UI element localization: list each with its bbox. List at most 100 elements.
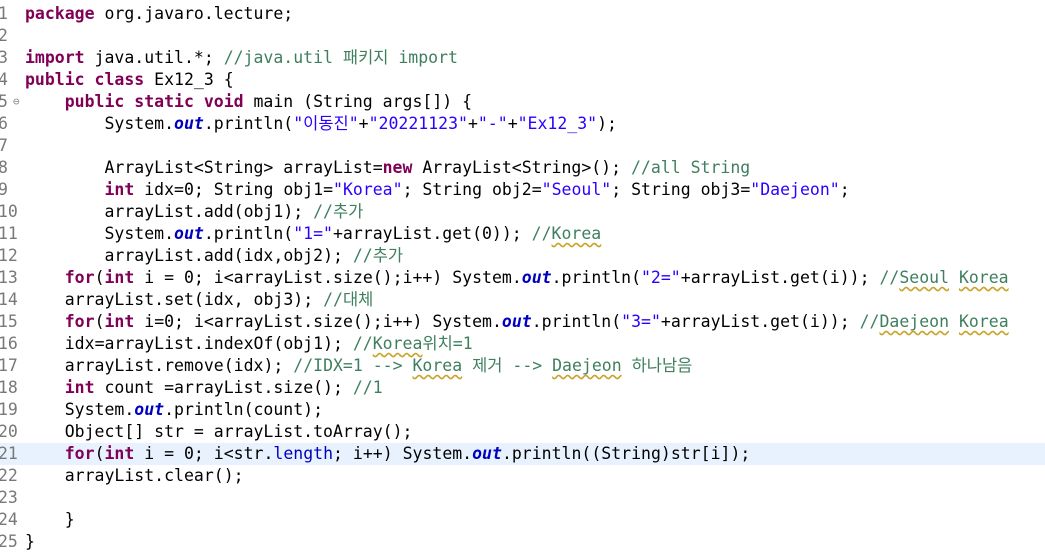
code-line[interactable]: 13 for(int i = 0; i<arrayList.size();i++…	[0, 267, 1045, 289]
line-number: 1	[0, 4, 8, 23]
code-token: 위치=1	[422, 334, 473, 353]
code-text: int idx=0; String obj1="Korea"; String o…	[25, 179, 850, 201]
line-number: 19	[0, 400, 18, 419]
code-token: }	[25, 510, 75, 529]
code-token: i	[710, 444, 721, 463]
code-token: 제거 -->	[462, 356, 553, 375]
code-token: arrayList	[690, 268, 781, 287]
code-line[interactable]: 16 idx=arrayList.indexOf(obj1); //Korea위…	[0, 333, 1045, 355]
code-line[interactable]: 3 import java.util.*; //java.util 패키지 imp…	[0, 47, 1045, 69]
code-token: count	[104, 378, 155, 397]
code-line[interactable]: 15 for(int i=0; i<arrayList.size();i++) …	[0, 311, 1045, 333]
code-editor[interactable]: 1 package org.javaro.lecture; 2 3 import jav…	[0, 0, 1045, 557]
code-token: }	[25, 532, 35, 551]
code-token: +	[660, 312, 671, 331]
code-token: arrayList	[104, 202, 194, 221]
code-line[interactable]: 7	[0, 135, 1045, 157]
code-token: out	[472, 444, 502, 463]
code-token: int	[104, 444, 135, 463]
code-line[interactable]: 8 ArrayList<String> arrayList=new ArrayL…	[0, 157, 1045, 179]
code-token: Korea	[372, 334, 423, 353]
code-token: .println(	[203, 224, 294, 243]
code-line[interactable]: 2	[0, 25, 1045, 47]
code-token: "Seoul"	[541, 180, 612, 199]
code-token: str	[154, 422, 184, 441]
code-line[interactable]: 10 arrayList.add(obj1); //추가	[0, 201, 1045, 223]
code-text: package org.javaro.lecture;	[25, 3, 293, 25]
code-token: obj1	[283, 334, 324, 353]
code-line[interactable]: 4 public class Ex12_3 {	[0, 69, 1045, 91]
code-token: .toArray();	[303, 422, 413, 441]
code-token: ]);	[720, 444, 751, 463]
code-text: }	[25, 531, 35, 553]
code-token: int	[104, 180, 135, 199]
code-line[interactable]: 20 Object[] str = arrayList.toArray();	[0, 421, 1045, 443]
code-token: i	[144, 268, 155, 287]
code-token: ++) System.	[392, 312, 502, 331]
code-token: idx	[243, 246, 274, 265]
code-token: public class	[25, 70, 145, 89]
code-token: <	[203, 312, 214, 331]
code-line[interactable]: 25}	[0, 531, 1045, 553]
code-token: Object[]	[25, 422, 155, 441]
code-token: (	[94, 312, 105, 331]
code-token: ;	[839, 180, 850, 199]
code-token: idx	[203, 290, 234, 309]
code-token: .println(	[531, 312, 622, 331]
code-line[interactable]: 17 arrayList.remove(idx); //IDX=1 --> Ko…	[0, 355, 1045, 377]
code-token: new	[382, 158, 413, 177]
code-line[interactable]: 19 System.out.println(count);	[0, 399, 1045, 421]
code-line[interactable]: 12 arrayList.add(idx,obj2); //추가	[0, 245, 1045, 267]
code-line[interactable]: 5 ⊖ public static void main (String args[…	[0, 91, 1045, 113]
code-token: []) {	[422, 92, 473, 111]
code-token: arrayList	[213, 312, 304, 331]
code-token: length	[273, 444, 334, 463]
code-token: Korea	[412, 356, 463, 375]
line-number: 22	[0, 466, 18, 485]
code-token: .add(	[193, 202, 244, 221]
code-line[interactable]: 6 System.out.println("이동진"+"20221123"+"-…	[0, 113, 1045, 135]
code-token: System.	[25, 114, 175, 133]
code-token: .size();	[263, 378, 353, 397]
code-token: int	[104, 312, 135, 331]
fold-collapse-icon[interactable]: ⊖	[13, 91, 20, 113]
code-line[interactable]: 23	[0, 487, 1045, 509]
code-token: //java.util 패키지 import	[223, 48, 458, 67]
code-token: );	[293, 290, 324, 309]
code-line[interactable]: 11 System.out.println("1="+arrayList.get…	[0, 223, 1045, 245]
line-number: 18	[0, 378, 18, 397]
code-token: Korea	[958, 312, 1009, 331]
code-line[interactable]: 14 arrayList.set(idx, obj3); //대체	[0, 289, 1045, 311]
code-line[interactable]: 1 package org.javaro.lecture;	[0, 3, 1045, 25]
code-token: "Ex12_3"	[517, 114, 598, 133]
code-text: public static void main (String args[]) …	[25, 91, 472, 113]
code-token: arrayList	[64, 466, 155, 485]
code-text: arrayList.clear();	[25, 465, 244, 487]
code-text: arrayList.set(idx, obj3); //대체	[25, 289, 374, 311]
code-text: Object[] str = arrayList.toArray();	[25, 421, 413, 443]
code-token: "Korea"	[333, 180, 403, 199]
code-line[interactable]: 24 }	[0, 509, 1045, 531]
code-token: .println(	[203, 114, 294, 133]
code-line[interactable]: 18 int count =arrayList.size(); //1	[0, 377, 1045, 399]
code-token: +	[680, 268, 691, 287]
code-token: package	[25, 4, 95, 23]
code-text: System.out.println("1="+arrayList.get(0)…	[25, 223, 601, 245]
code-token: System.	[25, 400, 135, 419]
code-token: idx	[233, 356, 264, 375]
code-token: <	[223, 444, 234, 463]
code-token: ));	[839, 268, 880, 287]
code-line[interactable]: 21 for(int i = 0; i<str.length; i++) Sys…	[0, 443, 1045, 465]
line-number: 2	[0, 26, 8, 45]
code-line[interactable]: 9 int idx=0; String obj1="Korea"; String…	[0, 179, 1045, 201]
code-token: //IDX=1 -->	[293, 356, 413, 375]
code-token: out	[134, 400, 165, 419]
code-token: "3="	[621, 312, 661, 331]
code-line[interactable]: 22 arrayList.clear();	[0, 465, 1045, 487]
code-token: obj3	[700, 180, 741, 199]
code-token: i	[829, 268, 840, 287]
